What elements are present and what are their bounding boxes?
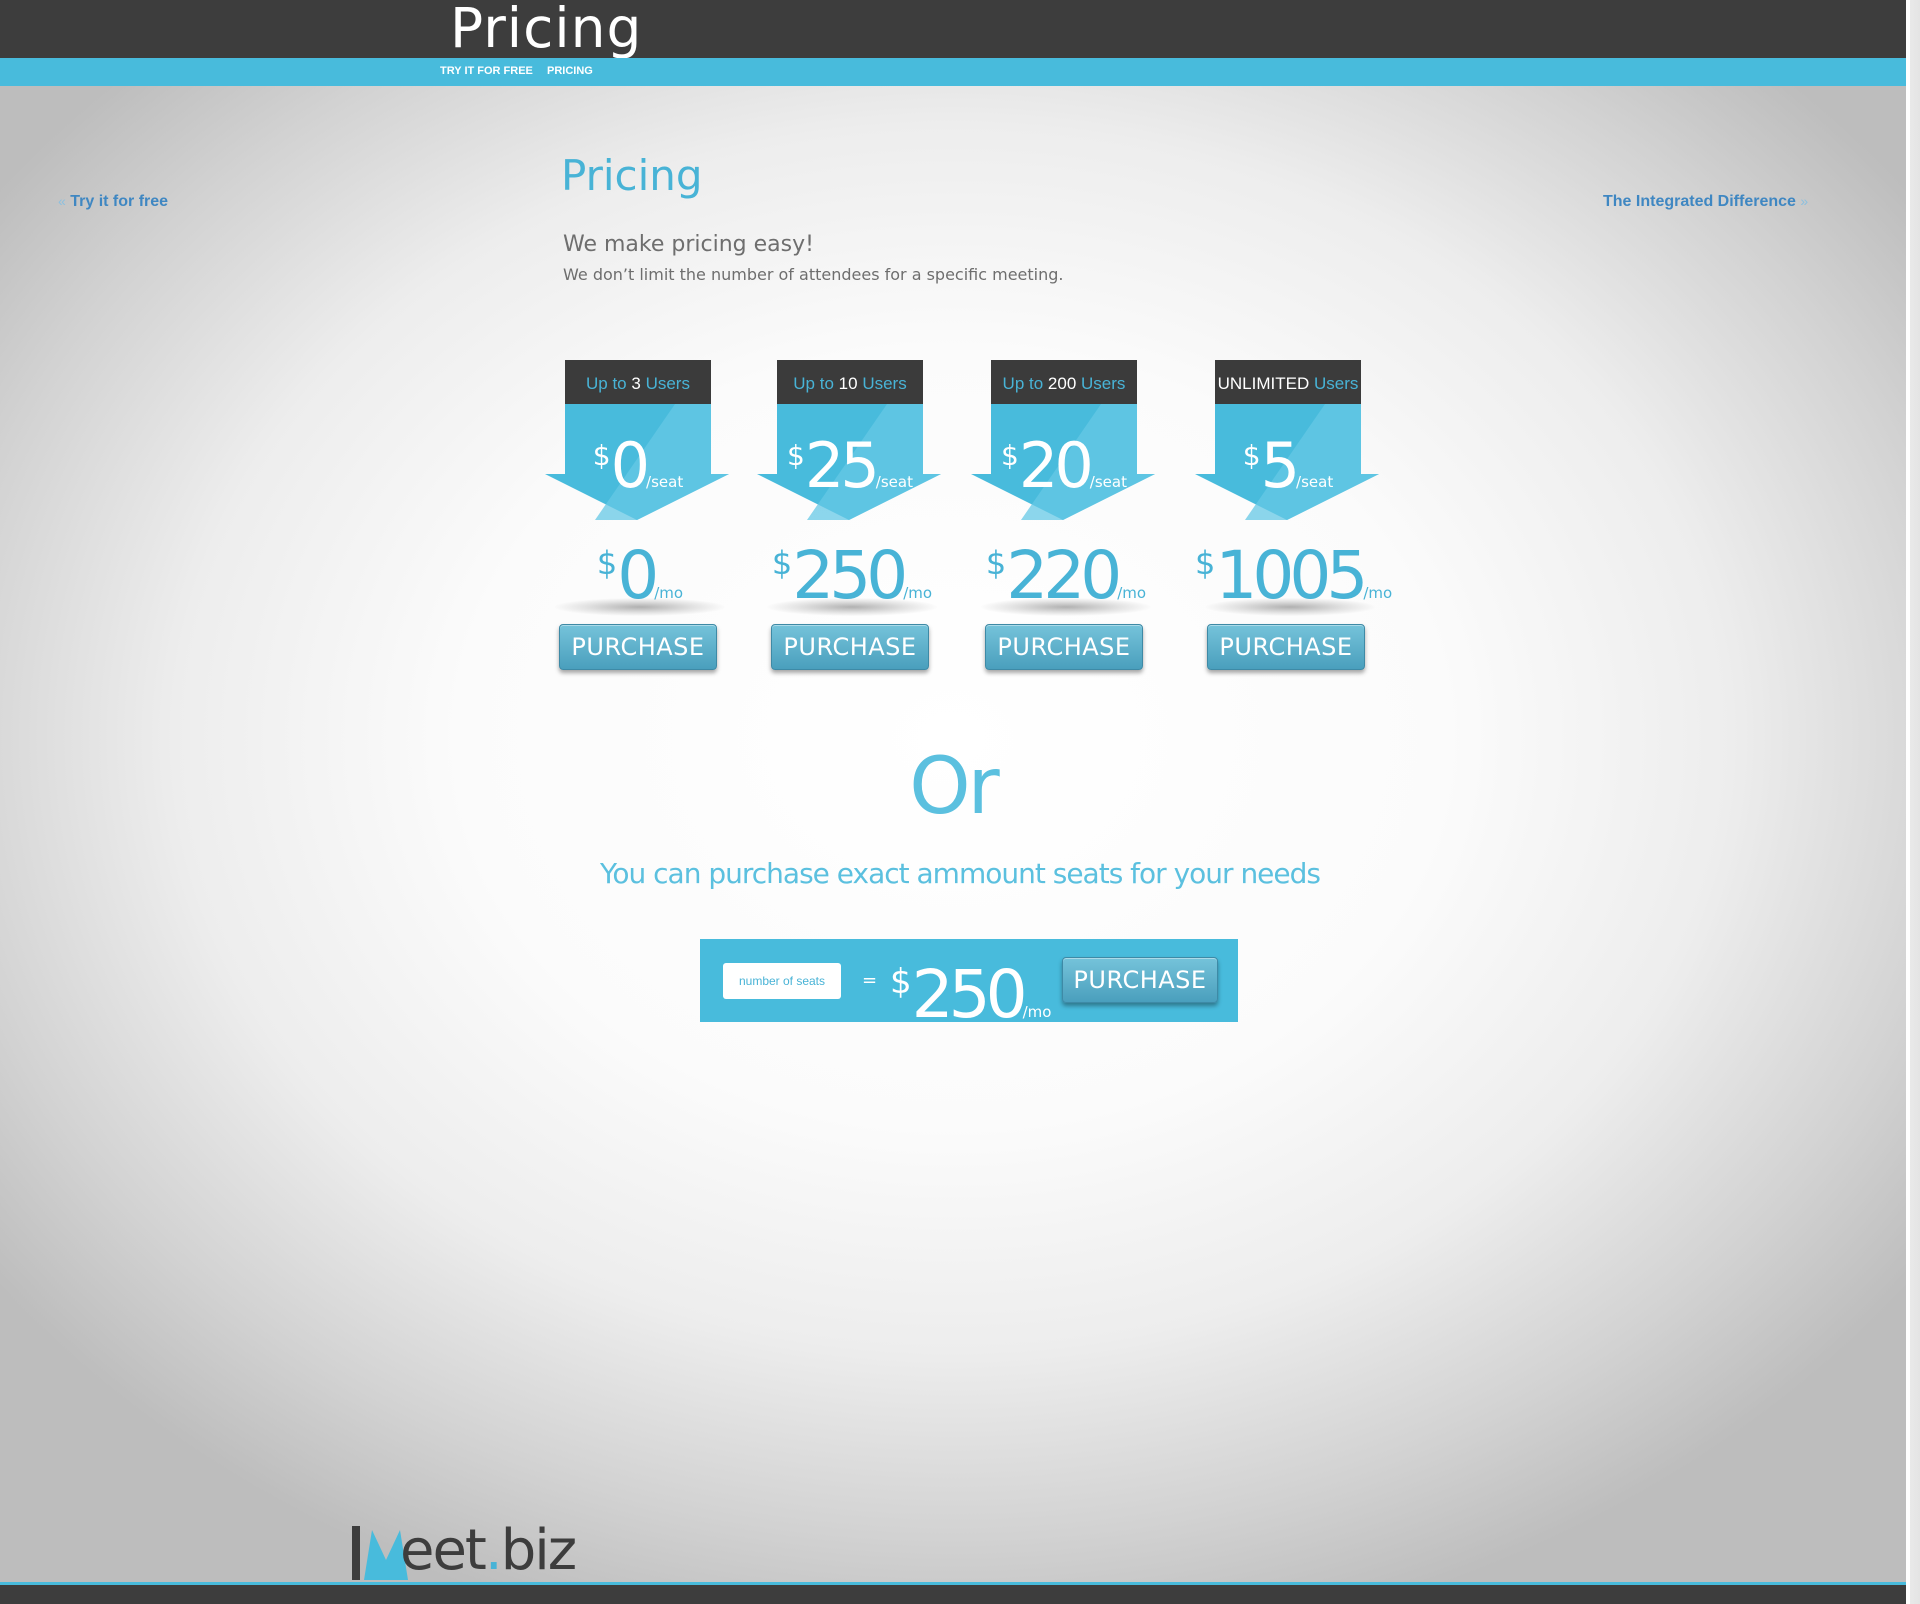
- purchase-button[interactable]: PURCHASE: [771, 624, 929, 670]
- price-shadow: [555, 598, 725, 616]
- price-shadow: [981, 598, 1151, 616]
- page: Pricing TRY IT FOR FREE PRICING « Try it…: [0, 0, 1906, 1604]
- pricing-lead: We make pricing easy!: [563, 232, 814, 257]
- nav-try-it-for-free[interactable]: TRY IT FOR FREE: [440, 64, 533, 78]
- imeet-logo[interactable]: eet.biz: [352, 1516, 577, 1586]
- purchase-button[interactable]: PURCHASE: [1207, 624, 1365, 670]
- logo-wordmark: eet.biz: [400, 1518, 577, 1583]
- calculated-price: $250/mo: [890, 956, 1052, 1033]
- plan-card: Up to 3 Users $0/seat $0/mo PURCHASE: [545, 360, 735, 680]
- number-of-seats-input[interactable]: [723, 963, 841, 999]
- next-arrow-icon: »: [1800, 193, 1809, 209]
- next-page-link[interactable]: The Integrated Difference »: [1603, 191, 1808, 212]
- scrollbar-track[interactable]: [1906, 0, 1920, 1604]
- plan-user-tab: Up to 10 Users: [777, 360, 923, 408]
- plan-card: Up to 10 Users $25/seat $250/mo PURCHASE: [757, 360, 947, 680]
- plan-user-tab: Up to 3 Users: [565, 360, 711, 408]
- calculator-purchase-button[interactable]: PURCHASE: [1062, 957, 1218, 1003]
- seat-calculator: = $250/mo PURCHASE: [700, 939, 1238, 1030]
- seat-price: $5/seat: [1242, 429, 1334, 502]
- top-header-bar: Pricing: [0, 0, 1906, 60]
- price-shadow: [767, 598, 937, 616]
- price-shadow: [1205, 598, 1375, 616]
- footer-bar: [0, 1585, 1906, 1604]
- page-title: Pricing: [561, 151, 703, 200]
- plan-card: Up to 200 Users $20/seat $220/mo PURCHAS…: [971, 360, 1161, 680]
- plan-user-tab: Up to 200 Users: [991, 360, 1137, 408]
- equals-sign: =: [862, 970, 878, 991]
- purchase-button[interactable]: PURCHASE: [559, 624, 717, 670]
- header-title: Pricing: [450, 0, 643, 60]
- seat-price: $25/seat: [787, 429, 913, 502]
- purchase-button[interactable]: PURCHASE: [985, 624, 1143, 670]
- plan-card: UNLIMITED Users $5/seat $1005/mo PURCHAS…: [1195, 360, 1392, 680]
- prev-page-label: Try it for free: [70, 193, 169, 210]
- logo-i-mark: [352, 1526, 360, 1580]
- seat-price: $20/seat: [1001, 429, 1127, 502]
- or-heading: Or: [909, 742, 999, 832]
- custom-seats-subtitle: You can purchase exact ammount seats for…: [600, 857, 1321, 890]
- prev-arrow-icon: «: [58, 193, 66, 209]
- nav-pricing[interactable]: PRICING: [547, 64, 593, 78]
- seat-price: $0/seat: [592, 429, 684, 502]
- prev-page-link[interactable]: « Try it for free: [58, 191, 168, 212]
- plan-user-tab: UNLIMITED Users: [1215, 360, 1361, 408]
- nav-bar: [0, 58, 1906, 86]
- next-page-label: The Integrated Difference: [1603, 193, 1796, 210]
- pricing-sub-lead: We don’t limit the number of attendees f…: [563, 265, 1064, 284]
